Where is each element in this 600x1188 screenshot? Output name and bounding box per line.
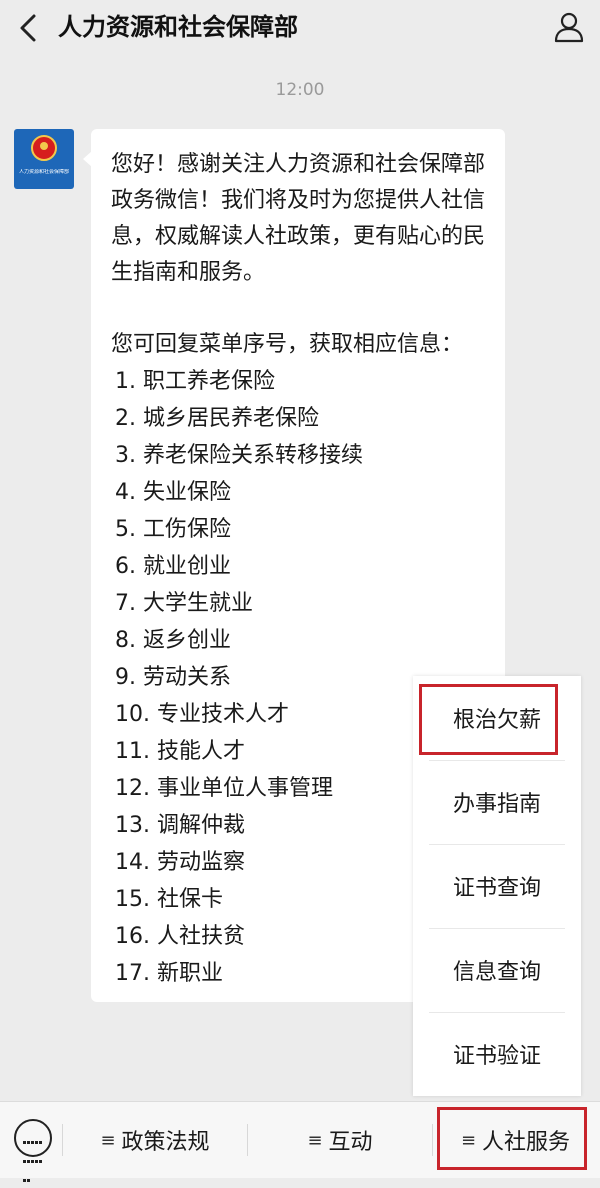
menu-prompt: 您可回复菜单序号，获取相应信息：	[111, 332, 464, 357]
chat-header: 人力资源和社会保障部	[0, 0, 600, 56]
highlight-box-hr-services	[437, 1107, 587, 1170]
list-item: 3. 养老保险关系转移接续	[115, 443, 363, 468]
national-emblem-icon	[31, 135, 57, 161]
tab-interaction[interactable]: ≡ 互动	[248, 1102, 432, 1178]
menu-lines-icon: ≡	[307, 1129, 323, 1151]
keyboard-icon[interactable]	[14, 1119, 52, 1182]
submenu-item-info-query[interactable]: 信息查询	[413, 928, 581, 1012]
submenu-item-certificate-query[interactable]: 证书查询	[413, 844, 581, 928]
tab-label: 政策法规	[121, 1130, 210, 1155]
list-item: 5. 工伤保险	[115, 517, 231, 542]
tab-policy[interactable]: ≡ 政策法规	[63, 1102, 247, 1178]
account-avatar[interactable]: 人力资源和社会保障部	[14, 129, 74, 189]
tab-label: 互动	[328, 1130, 373, 1155]
avatar-label: 人力资源和社会保障部	[18, 169, 69, 175]
list-item: 6. 就业创业	[115, 554, 231, 579]
chevron-left-icon[interactable]	[10, 8, 46, 48]
list-item: 4. 失业保险	[115, 480, 231, 505]
list-item: 7. 大学生就业	[115, 591, 253, 616]
list-item: 2. 城乡居民养老保险	[115, 406, 319, 431]
menu-lines-icon: ≡	[100, 1129, 116, 1151]
person-icon[interactable]	[552, 10, 586, 44]
list-item: 1. 职工养老保险	[115, 369, 275, 394]
submenu-item-certificate-verify[interactable]: 证书验证	[413, 1012, 581, 1096]
welcome-text: 您好！感谢关注人力资源和社会保障部政务微信！我们将及时为您提供人社信息，权威解读…	[111, 152, 486, 285]
page-title: 人力资源和社会保障部	[58, 13, 298, 41]
list-item: 8. 返乡创业	[115, 628, 231, 653]
highlight-box-wage-arrears	[419, 684, 558, 755]
submenu-item-service-guide[interactable]: 办事指南	[413, 760, 581, 844]
message-timestamp: 12:00	[275, 80, 325, 100]
